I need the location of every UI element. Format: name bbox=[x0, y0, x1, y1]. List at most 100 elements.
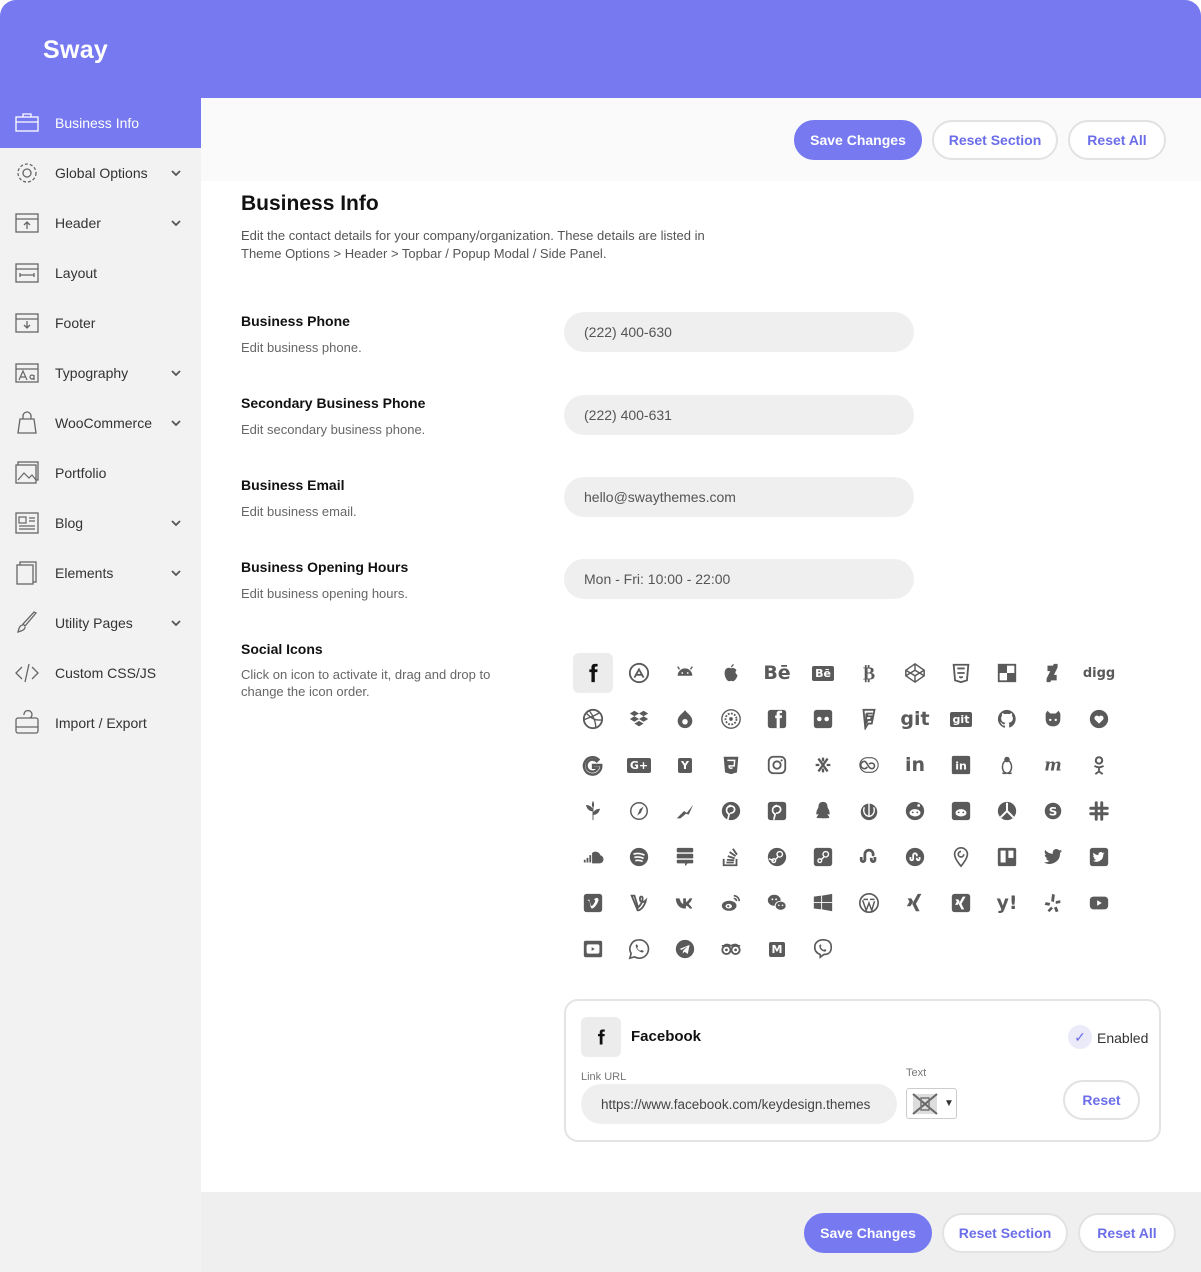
lastfm-icon[interactable] bbox=[849, 745, 889, 785]
yahoo-icon[interactable]: y! bbox=[987, 883, 1027, 923]
odnoklassniki-icon[interactable] bbox=[1079, 745, 1119, 785]
youtube-square-icon[interactable] bbox=[573, 929, 613, 969]
footer-reset-section-button[interactable]: Reset Section bbox=[942, 1213, 1068, 1253]
git-square-icon[interactable]: git bbox=[941, 699, 981, 739]
stumbleupon-icon[interactable] bbox=[849, 837, 889, 877]
digg-icon[interactable]: digg bbox=[1079, 653, 1119, 693]
enabled-check-icon[interactable]: ✓ bbox=[1068, 1025, 1092, 1049]
vimeo-icon[interactable] bbox=[573, 883, 613, 923]
behance-square-icon[interactable]: Bē bbox=[803, 653, 843, 693]
medium-icon[interactable]: M bbox=[757, 929, 797, 969]
wordpress-icon[interactable] bbox=[849, 883, 889, 923]
reset-section-button[interactable]: Reset Section bbox=[932, 120, 1058, 160]
pied-piper-icon[interactable] bbox=[665, 791, 705, 831]
drupal-icon[interactable] bbox=[665, 699, 705, 739]
apple-icon[interactable] bbox=[711, 653, 751, 693]
behance-icon[interactable]: Bē bbox=[757, 653, 797, 693]
html5-icon[interactable] bbox=[711, 745, 751, 785]
app-store-icon[interactable] bbox=[619, 653, 659, 693]
windows-icon[interactable] bbox=[803, 883, 843, 923]
soundcloud-icon[interactable] bbox=[573, 837, 613, 877]
github-icon[interactable] bbox=[987, 699, 1027, 739]
google-plus-icon[interactable]: G+ bbox=[619, 745, 659, 785]
hacker-news-icon[interactable]: Y bbox=[665, 745, 705, 785]
empire-icon[interactable] bbox=[711, 699, 751, 739]
spotify-icon[interactable] bbox=[619, 837, 659, 877]
resistance-icon[interactable] bbox=[987, 791, 1027, 831]
xing-icon[interactable] bbox=[895, 883, 935, 923]
pinterest-icon[interactable] bbox=[711, 791, 751, 831]
business-email-input[interactable]: hello@swaythemes.com bbox=[564, 477, 914, 517]
reset-all-button[interactable]: Reset All bbox=[1068, 120, 1166, 160]
card-reset-button[interactable]: Reset bbox=[1063, 1080, 1140, 1120]
sidebar-item-blog[interactable]: Blog bbox=[0, 498, 201, 548]
linux-icon[interactable] bbox=[987, 745, 1027, 785]
text-select[interactable]: ▼ bbox=[906, 1088, 957, 1119]
sidebar-item-custom-css-js[interactable]: Custom CSS/JS bbox=[0, 648, 201, 698]
link-url-input[interactable]: https://www.facebook.com/keydesign.theme… bbox=[581, 1084, 897, 1124]
skype-icon[interactable]: S bbox=[1033, 791, 1073, 831]
sidebar-item-utility-pages[interactable]: Utility Pages bbox=[0, 598, 201, 648]
sidebar-item-global-options[interactable]: Global Options bbox=[0, 148, 201, 198]
opening-hours-input[interactable]: Mon - Fri: 10:00 - 22:00 bbox=[564, 559, 914, 599]
qq-icon[interactable] bbox=[803, 791, 843, 831]
joomla-icon[interactable] bbox=[803, 745, 843, 785]
sidebar-item-portfolio[interactable]: Portfolio bbox=[0, 448, 201, 498]
wechat-icon[interactable] bbox=[757, 883, 797, 923]
deviantart-icon[interactable] bbox=[1033, 653, 1073, 693]
save-button[interactable]: Save Changes bbox=[794, 120, 922, 160]
business-phone-input[interactable]: (222) 400-630 bbox=[564, 312, 914, 352]
linkedin-square-icon[interactable]: in bbox=[941, 745, 981, 785]
whatsapp-icon[interactable] bbox=[619, 929, 659, 969]
vine-icon[interactable] bbox=[619, 883, 659, 923]
foursquare-icon[interactable] bbox=[849, 699, 889, 739]
youtube-icon[interactable] bbox=[1079, 883, 1119, 923]
steam-square-icon[interactable] bbox=[803, 837, 843, 877]
weibo-icon[interactable] bbox=[711, 883, 751, 923]
reddit-square-icon[interactable] bbox=[941, 791, 981, 831]
viber-icon[interactable] bbox=[803, 929, 843, 969]
steam-icon[interactable] bbox=[757, 837, 797, 877]
sidebar-item-woocommerce[interactable]: WooCommerce bbox=[0, 398, 201, 448]
stumbleupon-circle-icon[interactable] bbox=[895, 837, 935, 877]
delicious-icon[interactable] bbox=[987, 653, 1027, 693]
instagram-icon[interactable] bbox=[757, 745, 797, 785]
periscope-icon[interactable] bbox=[941, 837, 981, 877]
sidebar-item-footer[interactable]: Footer bbox=[0, 298, 201, 348]
bitcoin-icon[interactable]: ₿ bbox=[849, 653, 889, 693]
tripadvisor-icon[interactable] bbox=[711, 929, 751, 969]
twitter-square-icon[interactable] bbox=[1079, 837, 1119, 877]
sidebar-item-import-export[interactable]: Import / Export bbox=[0, 698, 201, 748]
meetup-icon[interactable]: m bbox=[1033, 745, 1073, 785]
slack-icon[interactable] bbox=[1079, 791, 1119, 831]
sidebar-item-typography[interactable]: Typography bbox=[0, 348, 201, 398]
codepen-icon[interactable] bbox=[895, 653, 935, 693]
footer-save-button[interactable]: Save Changes bbox=[804, 1213, 932, 1253]
twitter-icon[interactable] bbox=[1033, 837, 1073, 877]
yelp-icon[interactable] bbox=[1033, 883, 1073, 923]
sidebar-item-elements[interactable]: Elements bbox=[0, 548, 201, 598]
trello-icon[interactable] bbox=[987, 837, 1027, 877]
git-icon[interactable]: git bbox=[895, 699, 935, 739]
android-icon[interactable] bbox=[665, 653, 705, 693]
paypal-leaf-icon[interactable] bbox=[573, 791, 613, 831]
facebook-icon[interactable] bbox=[573, 653, 613, 693]
sidebar-item-business-info[interactable]: Business Info bbox=[0, 98, 201, 148]
linkedin-icon[interactable]: in bbox=[895, 745, 935, 785]
footer-reset-all-button[interactable]: Reset All bbox=[1078, 1213, 1176, 1253]
rebel-icon[interactable] bbox=[849, 791, 889, 831]
sidebar-item-layout[interactable]: Layout bbox=[0, 248, 201, 298]
css3-icon[interactable] bbox=[941, 653, 981, 693]
flickr-icon[interactable] bbox=[803, 699, 843, 739]
dribbble-icon[interactable] bbox=[573, 699, 613, 739]
xing-square-icon[interactable] bbox=[941, 883, 981, 923]
gratipay-icon[interactable] bbox=[1079, 699, 1119, 739]
google-icon[interactable] bbox=[573, 745, 613, 785]
facebook-square-icon[interactable] bbox=[757, 699, 797, 739]
github-alt-icon[interactable] bbox=[1033, 699, 1073, 739]
secondary-phone-input[interactable]: (222) 400-631 bbox=[564, 395, 914, 435]
pinterest-square-icon[interactable] bbox=[757, 791, 797, 831]
dropbox-icon[interactable] bbox=[619, 699, 659, 739]
safari-icon[interactable] bbox=[619, 791, 659, 831]
sidebar-item-header[interactable]: Header bbox=[0, 198, 201, 248]
